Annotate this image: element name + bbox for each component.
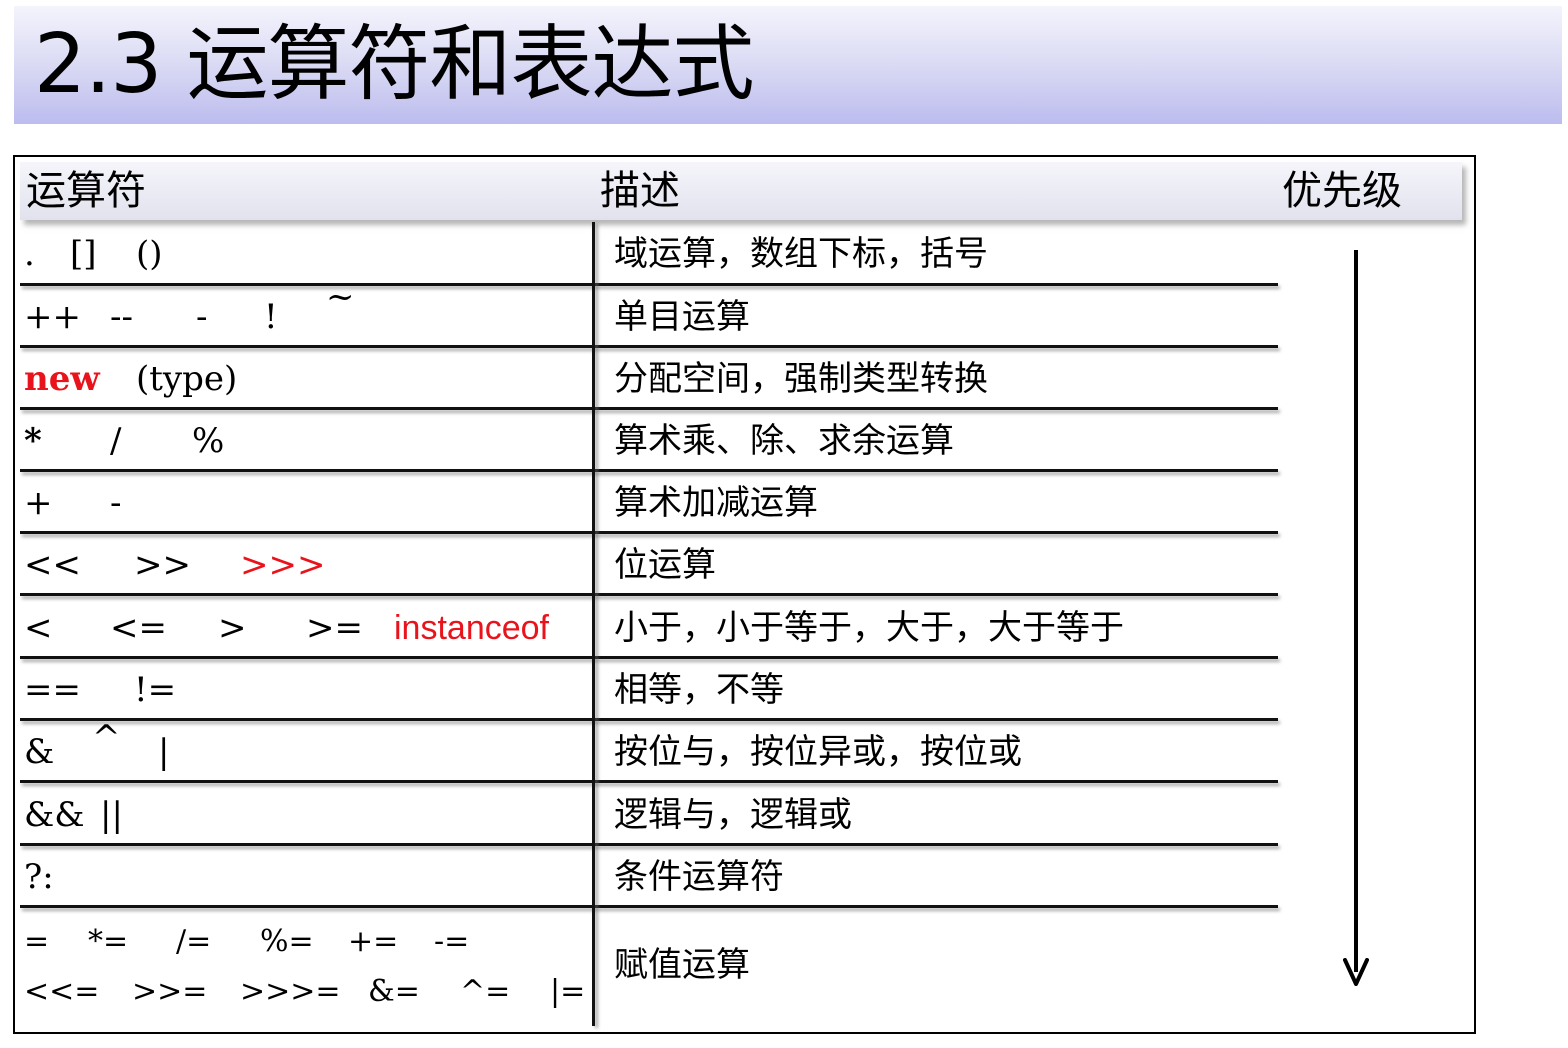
table-row-description: 域运算，数组下标，括号 <box>614 234 988 274</box>
operator-token: |= <box>550 974 586 1009</box>
operator-token: && <box>24 795 85 835</box>
table-row-operators: <<= >>= >>>= &= ^= |= <box>24 962 589 1022</box>
operator-token: < <box>24 608 53 648</box>
operator-token: >>>= <box>240 974 341 1009</box>
table-row-operators: << >> >>> <box>24 535 584 595</box>
operator-token: - <box>196 297 208 337</box>
table-row-description: 单目运算 <box>614 297 750 337</box>
operator-token: . <box>24 234 35 274</box>
table-row-description: 逻辑与，逻辑或 <box>614 795 852 835</box>
arrow-down-icon <box>1343 958 1369 986</box>
table-row-description: 小于，小于等于，大于，大于等于 <box>614 608 1124 648</box>
table-row-operators: && || <box>24 785 584 845</box>
table-row-operators: ?: <box>24 847 584 907</box>
operator-token: ! <box>264 297 278 337</box>
header-description: 描述 <box>600 168 680 214</box>
operator-token: >>= <box>132 974 208 1009</box>
operator-token: () <box>136 234 163 274</box>
operator-token: ~ <box>326 277 355 317</box>
table-row-description: 条件运算符 <box>614 857 784 897</box>
operator-token: ?: <box>24 857 54 897</box>
operator-token: [] <box>70 234 97 274</box>
table-row-operators: + - <box>24 473 584 533</box>
operator-token: || <box>100 795 123 835</box>
table-row-description: 分配空间，强制类型转换 <box>614 359 988 399</box>
table-row-operators: * / % <box>24 411 584 471</box>
operator-token: & <box>24 732 55 772</box>
operator-token: ++ <box>24 297 81 337</box>
operator-token: != <box>134 670 177 710</box>
operator-token: &= <box>368 974 420 1009</box>
operator-token: <<= <box>24 974 100 1009</box>
operator-token: >> <box>134 545 191 585</box>
operator-token: == <box>24 670 81 710</box>
operator-token: instanceof <box>394 609 549 647</box>
precedence-arrow-shaft <box>1354 250 1358 972</box>
table-row-operators: . [] () <box>24 224 584 284</box>
operator-token: (type) <box>136 359 238 399</box>
operator-token: ^= <box>460 974 511 1009</box>
operator-token: | <box>158 732 170 772</box>
table-row-operators: & ^ | <box>24 718 584 782</box>
table-row-operators: new (type) <box>24 349 584 409</box>
table-row-description: 按位与，按位异或，按位或 <box>614 732 1022 772</box>
operator-token: << <box>24 545 81 585</box>
header-operator: 运算符 <box>26 168 146 214</box>
table-row-description: 相等，不等 <box>614 670 784 710</box>
operator-token: > <box>218 608 247 648</box>
header-precedence: 优先级 <box>1282 168 1402 214</box>
operator-token: <= <box>110 608 167 648</box>
operator-token: ^ <box>92 718 121 758</box>
operator-token: new <box>24 359 100 399</box>
operator-token: / <box>110 421 122 461</box>
operator-token: * <box>24 421 42 461</box>
table-row-description: 算术加减运算 <box>614 483 818 523</box>
table-row-operators: < <= > >= instanceof <box>24 598 584 658</box>
table-row-operators: ++ -- - ! ~ <box>24 277 584 347</box>
operator-token: + <box>24 483 53 523</box>
table-header <box>20 162 1462 220</box>
column-divider <box>592 222 595 1026</box>
operator-token: -- <box>110 297 133 337</box>
table-row-description: 算术乘、除、求余运算 <box>614 421 954 461</box>
operator-token: >= <box>306 608 363 648</box>
slide-title: 2.3 运算符和表达式 <box>34 17 754 112</box>
operator-token: >>> <box>240 545 326 585</box>
operator-token: - <box>110 483 122 523</box>
table-row-description: 赋值运算 <box>614 945 750 985</box>
operator-token: % <box>192 421 225 461</box>
table-row-description: 位运算 <box>614 545 716 585</box>
